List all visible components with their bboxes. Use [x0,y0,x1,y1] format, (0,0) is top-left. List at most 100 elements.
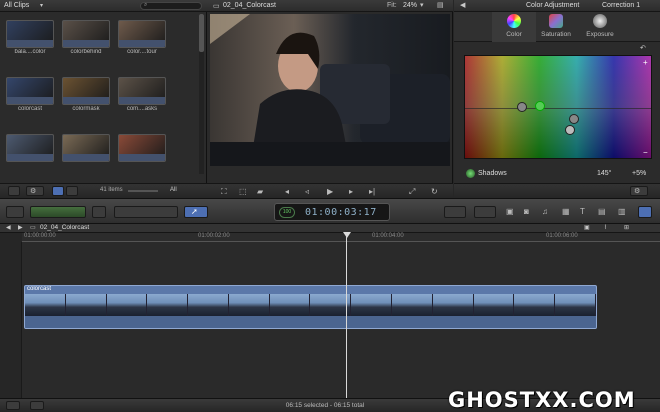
distort-icon[interactable]: ▰ [257,187,263,197]
highlights-puck[interactable] [565,125,575,135]
browser-clip[interactable] [118,134,166,174]
inspector-toggle-button[interactable] [638,206,652,218]
video-frame[interactable] [210,14,450,166]
list-view-button[interactable] [66,186,78,196]
retime-button[interactable] [474,206,496,218]
app-window: All Clips ▾ ⌕ bala....color colorbehind co… [0,0,660,412]
zoom-value[interactable]: 24% [403,2,417,9]
minus-icon: − [643,148,648,157]
correction-label[interactable]: Correction 1 [602,2,640,9]
search-input[interactable]: ⌕ [140,2,202,10]
filmstrip-frame [351,294,393,316]
go-to-end-icon[interactable]: ▸| [369,187,375,197]
percent-value[interactable]: +5% [632,170,646,177]
browser-clip[interactable]: com....asks [118,77,166,117]
forward-arrow-icon[interactable]: ▶ [18,224,23,231]
global-puck[interactable] [517,102,527,112]
clip-name: colorcast [27,286,52,292]
playhead-handle[interactable] [343,232,351,238]
event-library-button[interactable] [6,206,24,218]
viewer: ▭ 02_04_Colorcast Fit: 24% ▾ ▤ ⛶ ⬚ ▰ ◂ ◃… [207,0,453,198]
browser-clip[interactable] [62,134,110,174]
browser-clip[interactable]: color....tour [118,20,166,60]
color-board[interactable]: + − [464,55,652,159]
back-arrow-icon[interactable]: ◀ [6,224,11,231]
play-reverse-icon[interactable]: ◃ [305,187,309,197]
clip-thumbnail [6,134,54,162]
filter-label[interactable]: All [170,187,177,193]
edit-mode-buttons[interactable] [114,206,178,218]
chevron-down-icon[interactable]: ▾ [420,1,424,9]
filmstrip-frame [188,294,229,316]
keyword-icon[interactable] [92,206,106,218]
browser-clip[interactable]: colormask [62,77,110,117]
browser-clip[interactable]: colorcast [6,77,54,117]
browser-footer: ⚙ 41 items All [0,183,207,198]
browser-clip[interactable]: bala....color [6,20,54,60]
midtones-puck[interactable] [569,114,579,124]
back-arrow-icon[interactable]: ◀ [460,1,465,9]
timeline-clip[interactable]: colorcast [24,285,597,329]
tab-exposure-label: Exposure [586,31,614,38]
transform-icon[interactable]: ⬚ [239,187,247,197]
fullscreen-icon[interactable]: ⤢ [409,187,415,197]
tab-color-label: Color [506,31,522,38]
transitions-icon[interactable]: ▦ [562,207,570,217]
shadows-puck[interactable] [535,101,545,111]
photo-icon[interactable]: ◙ [524,207,529,217]
gear-icon[interactable]: ⚙ [630,186,648,196]
loop-icon[interactable]: ↻ [431,187,438,197]
snapping-icon[interactable]: ⊞ [624,224,629,231]
saturation-icon [549,14,563,28]
main-toolbar: ➚ 100 01:00:03:17 ▣ ◙ ♫ ▦ T ▤ ▥ [0,198,660,224]
previous-edit-icon[interactable]: ◂ [285,187,289,197]
gear-icon[interactable]: ⚙ [26,186,44,196]
timeline-index-icon[interactable]: ▣ [584,224,590,231]
filmstrip-view-button[interactable] [52,186,64,196]
edit-buttons-group[interactable] [30,206,86,218]
clip-gallery-icon[interactable]: ▣ [506,207,514,217]
tab-saturation-label: Saturation [541,31,571,38]
timeline-header: ◀ ▶ ▭ 02_04_Colorcast ▣ ⌇ ⊞ [0,224,660,233]
library-toggle-button[interactable] [8,186,20,196]
clip-thumbnail [118,134,166,162]
clip-label: bala....color [14,49,46,55]
clip-thumbnail [62,20,110,48]
zoom-slider[interactable] [128,190,158,192]
view-options-icon[interactable]: ▤ [437,1,444,9]
titles-icon[interactable]: T [580,207,585,217]
themes-icon[interactable]: ▥ [618,207,626,217]
timecode-display[interactable]: 100 01:00:03:17 [274,203,390,221]
music-icon[interactable]: ♫ [542,207,548,217]
browser-clip[interactable] [6,134,54,174]
color-board-inspector: ◀ Color Adjustment Correction 1 Color Sa… [454,0,660,198]
reset-arrow-icon[interactable]: ↶ [640,44,646,52]
filmstrip-frame [147,294,189,316]
ruler-label: 01:00:00:00 [24,233,56,239]
tab-exposure[interactable]: Exposure [578,12,622,42]
puck-values: Shadows 145° +5% [454,166,660,180]
chevron-down-icon[interactable]: ▾ [40,2,43,9]
clip-label: colorcast [17,106,42,112]
browser-clip[interactable]: colorbehind [62,20,110,60]
tab-color[interactable]: Color [492,12,536,42]
zoom-button[interactable] [30,401,44,410]
exposure-icon [593,14,607,28]
crop-icon[interactable]: ⛶ [221,187,227,197]
timeline-ruler[interactable]: 01:00:00:00 01:00:02:00 01:00:04:00 01:0… [22,233,660,242]
project-icon: ▭ [30,225,36,231]
skimming-icon[interactable]: ⌇ [604,224,607,231]
browser-scrollbar[interactable] [199,14,204,174]
filmstrip-frame [514,294,556,316]
browser-title[interactable]: All Clips [4,2,29,9]
event-browser: All Clips ▾ ⌕ bala....color colorbehind co… [0,0,207,198]
select-tool-button[interactable]: ➚ [184,206,208,218]
tab-saturation[interactable]: Saturation [534,12,578,42]
playhead[interactable] [346,233,347,398]
generators-icon[interactable]: ▤ [598,207,606,217]
enhancements-button[interactable] [444,206,466,218]
audio-meters-button[interactable] [6,401,20,410]
hue-value[interactable]: 145° [597,170,611,177]
play-icon[interactable]: ▶ [327,187,333,197]
next-edit-icon[interactable]: ▸ [349,187,353,197]
